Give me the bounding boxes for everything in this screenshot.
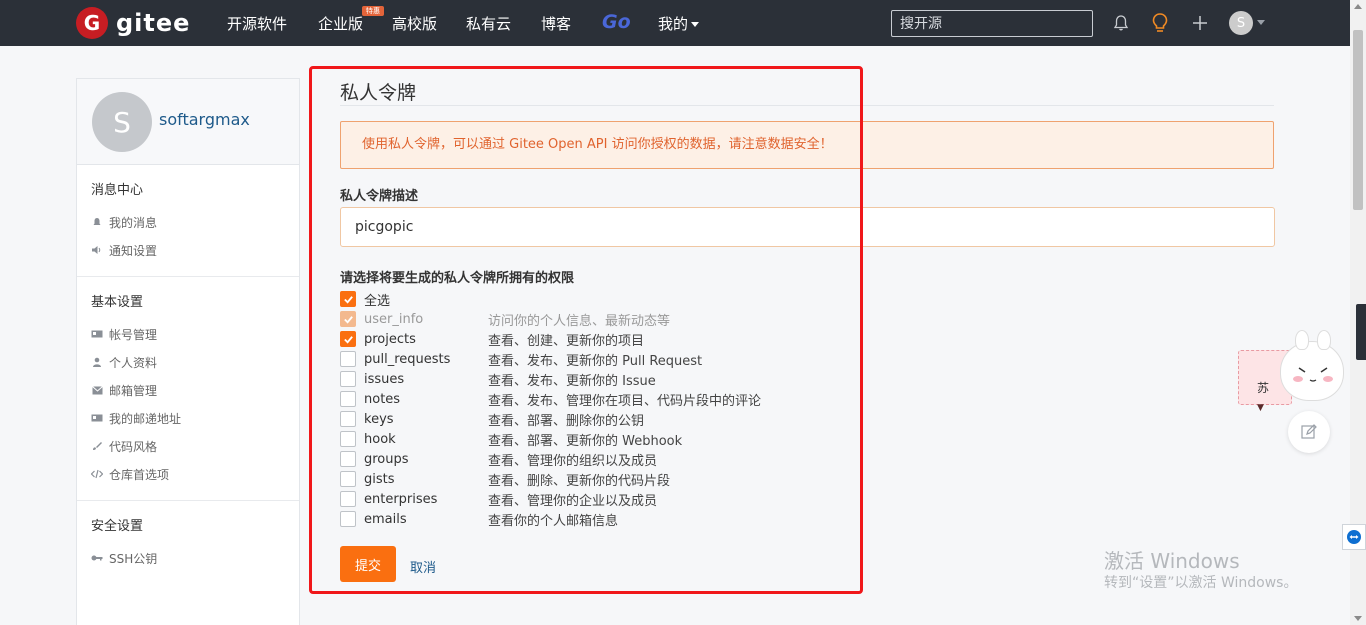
edit-feedback-button[interactable] bbox=[1288, 411, 1330, 453]
user-avatar[interactable]: S bbox=[1229, 11, 1253, 35]
windows-watermark-subtitle: 转到“设置”以激活 Windows。 bbox=[1104, 575, 1298, 591]
key-icon bbox=[91, 553, 103, 563]
brush-icon bbox=[91, 441, 103, 451]
section-title: 基本设置 bbox=[91, 295, 144, 310]
speaker-icon bbox=[91, 245, 103, 255]
sidebar-item-notification-settings[interactable]: 通知设置 bbox=[91, 232, 299, 268]
sidebar-item-label: 帐号管理 bbox=[109, 327, 158, 342]
gitee-logo[interactable]: G gitee bbox=[76, 7, 190, 39]
nav-private-cloud[interactable]: 私有云 bbox=[466, 13, 511, 34]
nav-go[interactable]: Go bbox=[602, 11, 631, 33]
search-input[interactable] bbox=[891, 10, 1093, 37]
section-title: 安全设置 bbox=[91, 519, 144, 534]
nav-education[interactable]: 高校版 bbox=[392, 13, 437, 34]
section-title: 消息中心 bbox=[91, 183, 144, 198]
windows-watermark-title: 激活 Windows bbox=[1104, 549, 1240, 573]
code-icon bbox=[91, 469, 103, 479]
sidebar-section-messages: 消息中心 我的消息 通知设置 bbox=[77, 165, 299, 277]
envelope-icon bbox=[91, 385, 103, 395]
nav-open-source[interactable]: 开源软件 bbox=[227, 13, 287, 34]
bunny-mascot-icon bbox=[1280, 330, 1344, 401]
top-navbar: G gitee 开源软件 企业版 特惠 高校版 私有云 博客 Go 我的 S bbox=[0, 0, 1350, 46]
logo-text: gitee bbox=[116, 9, 191, 37]
sidebar-item-label: 代码风格 bbox=[109, 439, 158, 454]
nav-mine-label: 我的 bbox=[658, 15, 689, 33]
avatar-chevron-down-icon[interactable] bbox=[1257, 20, 1265, 25]
highlight-annotation-box bbox=[309, 66, 863, 594]
notification-bell-icon[interactable] bbox=[1109, 11, 1133, 35]
nav-mine-dropdown[interactable]: 我的 bbox=[658, 13, 700, 34]
sidebar-section-security: 安全设置 SSH公钥 bbox=[77, 501, 299, 584]
sidebar-section-basic: 基本设置 帐号管理 个人资料 邮箱管理 我的邮递地址 代码风格 仓库首选项 bbox=[77, 277, 299, 501]
chevron-down-icon bbox=[691, 22, 700, 27]
bell-icon bbox=[91, 217, 103, 227]
nav-enterprise[interactable]: 企业版 bbox=[318, 13, 363, 34]
profile-avatar[interactable]: S bbox=[92, 92, 152, 152]
scroll-down-arrow-icon[interactable] bbox=[1354, 616, 1362, 621]
tshirt-icon: ▼ bbox=[1257, 403, 1264, 413]
logo-mark: G bbox=[76, 7, 108, 39]
teamviewer-icon[interactable] bbox=[1342, 524, 1366, 550]
sidebar-item-ssh-keys[interactable]: SSH公钥 bbox=[91, 540, 299, 576]
address-card-icon bbox=[91, 413, 103, 423]
side-toolbar-tab[interactable] bbox=[1356, 304, 1366, 360]
sidebar-item-label: 个人资料 bbox=[109, 355, 158, 370]
plus-icon[interactable] bbox=[1188, 11, 1212, 35]
edit-icon bbox=[1301, 424, 1317, 439]
id-card-icon bbox=[91, 329, 103, 339]
sidebar-item-label: 我的邮递地址 bbox=[109, 411, 182, 426]
mascot-sticker[interactable]: 苏 ▼ bbox=[1238, 330, 1350, 413]
profile-username[interactable]: softargmax bbox=[159, 110, 250, 129]
settings-sidebar: S softargmax 消息中心 我的消息 通知设置 基本设置 帐号管理 个人… bbox=[76, 78, 300, 625]
scroll-up-arrow-icon[interactable] bbox=[1354, 4, 1362, 9]
nav-promo-badge: 特惠 bbox=[362, 6, 384, 16]
sidebar-item-label: SSH公钥 bbox=[109, 551, 158, 566]
nav-blog[interactable]: 博客 bbox=[541, 13, 571, 34]
sidebar-item-label: 我的消息 bbox=[109, 215, 158, 230]
person-icon bbox=[91, 357, 103, 367]
sidebar-item-label: 通知设置 bbox=[109, 243, 158, 258]
profile-card: S softargmax bbox=[77, 79, 299, 165]
sidebar-item-label: 邮箱管理 bbox=[109, 383, 158, 398]
sidebar-item-label: 仓库首选项 bbox=[109, 467, 170, 482]
sticker-text: 苏 bbox=[1257, 381, 1270, 395]
sidebar-item-repo-preferences[interactable]: 仓库首选项 bbox=[91, 456, 299, 492]
scroll-thumb[interactable] bbox=[1353, 30, 1363, 210]
lightbulb-icon[interactable] bbox=[1148, 11, 1172, 35]
